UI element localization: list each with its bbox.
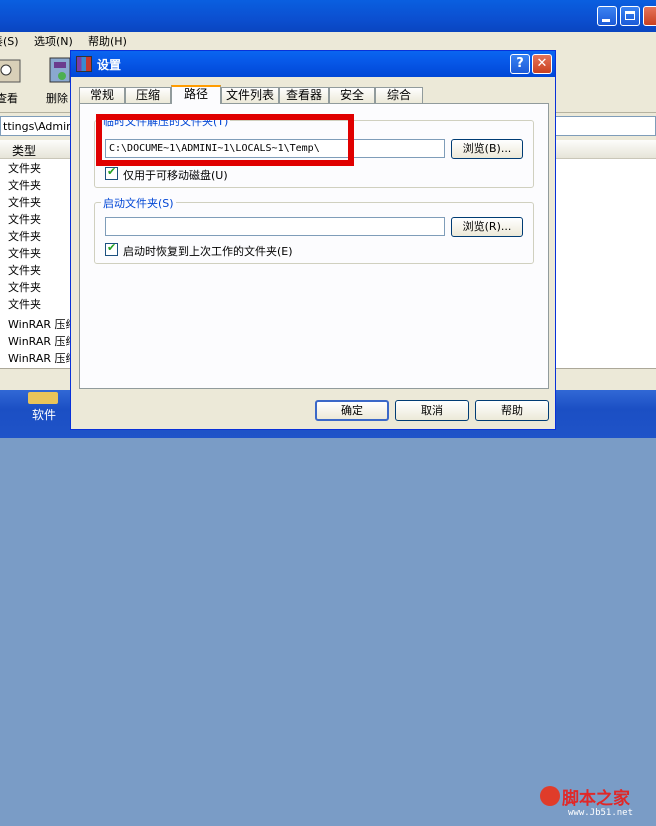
list-item[interactable]: 文件夹 [8,211,41,228]
list-item[interactable]: WinRAR 压缩 [8,316,77,333]
startup-browse-button[interactable]: 浏览(R)... [451,217,523,237]
startup-folder-input[interactable] [105,217,445,236]
maximize-button[interactable] [620,6,640,26]
toolbar-view-label: 查看 [0,92,18,105]
restore-last-folder-label: 启动时恢复到上次工作的文件夹(E) [123,245,293,258]
cancel-button[interactable]: 取消 [395,400,469,421]
removable-only-checkbox[interactable] [105,165,118,180]
removable-only-label: 仅用于可移动磁盘(U) [123,169,228,182]
winrar-icon [76,56,92,72]
help-button[interactable]: ? [510,54,530,74]
list-item[interactable]: WinRAR 压缩 [8,350,77,367]
list-item[interactable]: 文件夹 [8,245,41,262]
list-item[interactable]: 文件夹 [8,160,41,177]
menu-help[interactable]: 帮助(H) [88,33,127,49]
minimize-button[interactable] [597,6,617,26]
column-type-header[interactable]: 类型 [12,142,36,159]
tab-compression[interactable]: 压缩 [125,87,171,103]
menu-commands[interactable]: 奏(S) [0,33,19,49]
tab-viewer[interactable]: 查看器 [279,87,329,103]
watermark: 脚本之家 www.Jb51.net [540,782,652,826]
ok-button[interactable]: 确定 [315,400,389,421]
watermark-text: 脚本之家 [562,789,630,809]
tab-security[interactable]: 安全 [329,87,375,103]
list-item[interactable]: WinRAR 压缩 [8,333,77,350]
toolbar-delete-label: 删除 [46,92,68,105]
dialog-help-button[interactable]: 帮助 [475,400,549,421]
list-item[interactable]: 文件夹 [8,296,41,313]
settings-dialog: 设置 ? ✕ 常规 压缩 路径 文件列表 查看器 安全 综合 临时文件解压的文件… [70,50,556,430]
main-titlebar [0,0,656,32]
watermark-url: www.Jb51.net [568,808,634,818]
tab-file-list[interactable]: 文件列表 [221,87,279,103]
menu-options[interactable]: 选项(N) [34,33,73,49]
menu-bar: 奏(S) 选项(N) 帮助(H) [0,32,656,48]
view-icon[interactable] [0,54,26,86]
list-item[interactable]: 文件夹 [8,279,41,296]
dialog-title: 设置 [97,58,122,72]
close-button[interactable] [643,6,656,26]
list-item[interactable]: 文件夹 [8,177,41,194]
list-item[interactable]: 文件夹 [8,194,41,211]
dialog-titlebar[interactable]: 设置 ? ✕ [71,51,555,77]
restore-last-folder-checkbox[interactable] [105,241,118,256]
startup-folder-group: 启动文件夹(S) 浏览(R)... 启动时恢复到上次工作的文件夹(E) [94,195,534,264]
list-item[interactable]: 文件夹 [8,228,41,245]
taskbar-item[interactable]: 软件 [32,406,56,423]
startup-folder-title: 启动文件夹(S) [101,195,176,211]
tab-misc[interactable]: 综合 [375,87,423,103]
folder-icon [28,392,58,404]
address-text: ttings\Admini [3,120,77,133]
tab-paths[interactable]: 路径 [171,85,221,104]
highlight-annotation [96,114,354,166]
list-item[interactable]: 文件夹 [8,262,41,279]
watermark-logo-icon [540,786,560,806]
temp-browse-button[interactable]: 浏览(B)... [451,139,523,159]
close-button[interactable]: ✕ [532,54,552,74]
tab-general[interactable]: 常规 [79,87,125,103]
